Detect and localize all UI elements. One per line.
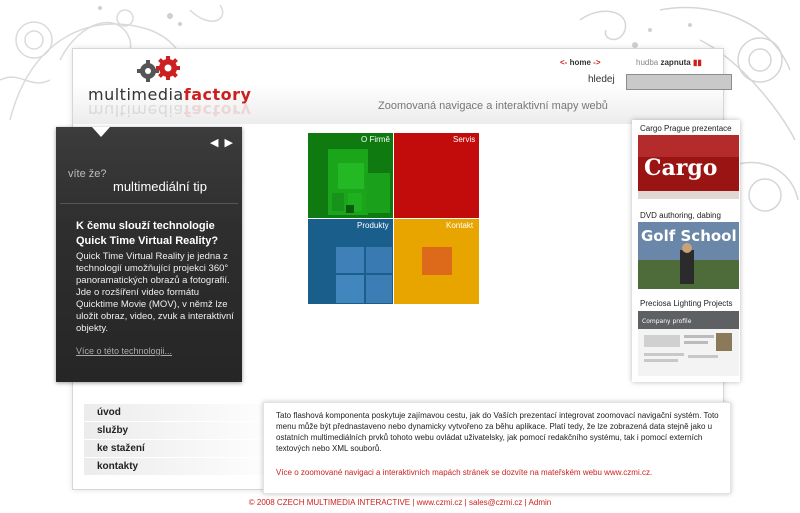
cargo-thumb-text: Cargo: [644, 155, 717, 181]
triangle-left-icon[interactable]: ◀: [210, 137, 218, 149]
tip-label: víte že?: [68, 168, 107, 180]
search-label: hledej: [588, 74, 615, 85]
project-thumb-cargo[interactable]: Cargo: [638, 135, 739, 199]
treemap-tiles: [422, 247, 452, 275]
nav-item-uvod[interactable]: úvod: [84, 404, 287, 422]
info-link[interactable]: Více o zoomované navigaci a interaktivní…: [276, 468, 722, 477]
golf-thumb-text: Golf School: [641, 227, 737, 245]
treemap-tiles: [328, 149, 390, 215]
project-title-cargo[interactable]: Cargo Prague prezentace: [640, 124, 732, 133]
treemap-label-servis: Servis: [453, 135, 476, 144]
footer-email-link[interactable]: sales@czmi.cz: [469, 498, 522, 507]
footer-admin-link[interactable]: Admin: [529, 498, 552, 507]
tip-body: Quick Time Virtual Reality je jedna z te…: [76, 251, 234, 334]
treemap-label-o-firme: O Firmě: [361, 135, 390, 144]
nav-item-ke-stazeni[interactable]: ke stažení: [84, 440, 287, 458]
zoom-treemap[interactable]: O Firmě Servis Produkty Kontakt: [308, 133, 479, 304]
tip-question: K čemu slouží technologie Quick Time Vir…: [76, 220, 219, 247]
nav-item-kontakty[interactable]: kontakty: [84, 458, 287, 476]
triangle-right-icon[interactable]: ▶: [224, 137, 232, 149]
tip-notch: [92, 127, 110, 137]
treemap-quadrant-kontakt[interactable]: [394, 219, 479, 304]
project-thumb-golf[interactable]: Golf School: [638, 222, 739, 289]
project-title-preciosa[interactable]: Preciosa Lighting Projects: [640, 299, 733, 308]
arrow-right-icon: ->: [593, 58, 601, 67]
treemap-quadrant-produkty[interactable]: [308, 219, 393, 304]
project-thumb-preciosa[interactable]: Company profile: [638, 311, 739, 376]
tip-divider: [60, 203, 238, 204]
treemap-label-produkty: Produkty: [357, 221, 389, 230]
arrow-left-icon: <-: [560, 58, 568, 67]
treemap-tiles: [336, 247, 392, 303]
treemap-quadrant-servis[interactable]: [394, 133, 479, 218]
page-subtitle: Zoomovaná navigace a interaktivní mapy w…: [378, 100, 608, 112]
treemap-label-kontakt: Kontakt: [446, 221, 474, 230]
music-label: hudba: [636, 58, 659, 67]
equalizer-bars-icon: ▮▮: [692, 58, 702, 67]
tip-heading: multimediální tip: [113, 179, 207, 194]
tip-pager: ◀ ▶: [210, 136, 239, 149]
preciosa-thumb-text: Company profile: [642, 318, 692, 325]
home-link[interactable]: <- home ->: [560, 58, 601, 67]
gears-logo-icon: [137, 56, 180, 82]
nav-item-sluzby[interactable]: služby: [84, 422, 287, 440]
search-input[interactable]: [626, 74, 732, 90]
treemap-quadrant-o-firme[interactable]: [308, 133, 393, 218]
project-title-dvd[interactable]: DVD authoring, dabing: [640, 211, 721, 220]
brand-logo-reflection: multimediafactory: [88, 101, 252, 120]
music-state: zapnuta: [660, 58, 691, 67]
footer: © 2008 CZECH MULTIMEDIA INTERACTIVE | ww…: [248, 498, 552, 507]
info-text: Tato flashová komponenta poskytuje zajím…: [276, 411, 719, 453]
footer-site-link[interactable]: www.czmi.cz: [417, 498, 463, 507]
music-toggle[interactable]: hudba zapnuta ▮▮: [636, 58, 702, 67]
footer-copyright: © 2008 CZECH MULTIMEDIA INTERACTIVE: [248, 498, 411, 507]
tip-more-link[interactable]: Více o této technologii...: [76, 346, 172, 356]
